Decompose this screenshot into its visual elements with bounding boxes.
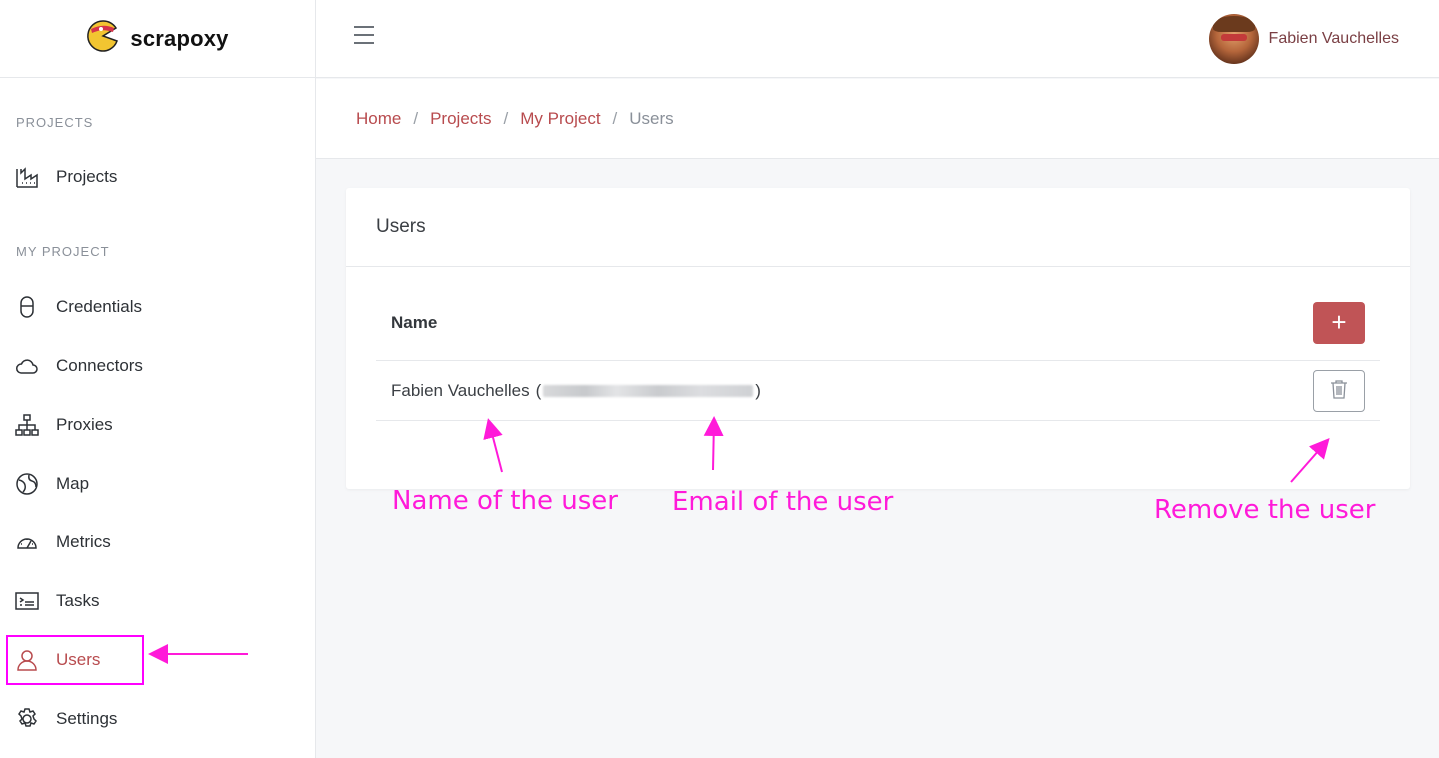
breadcrumb-current: Users [629,108,674,128]
lock-icon [14,294,40,320]
breadcrumb: Home / Projects / My Project / Users [316,79,1439,159]
annotation-email: Email of the user [672,487,894,517]
sidebar-item-tasks[interactable]: Tasks [0,576,316,626]
sidebar-item-proxies[interactable]: Proxies [0,400,316,450]
avatar [1208,14,1259,64]
card-title: Users [346,188,1410,267]
sidebar-item-metrics[interactable]: Metrics [0,517,316,567]
sidebar-item-label: Connectors [56,356,143,375]
paren-close: ) [755,380,761,400]
column-name-header: Name [391,312,438,332]
factory-icon [14,164,40,190]
sidebar-item-projects[interactable]: Projects [0,152,316,202]
section-title-projects: PROJECTS [16,115,94,130]
globe-icon [14,471,40,497]
annotation-name: Name of the user [392,486,618,516]
breadcrumb-projects[interactable]: Projects [430,109,491,129]
brand[interactable]: scrapoxy [0,0,315,78]
sidebar-item-label: Metrics [56,532,111,551]
user-name-cell: Fabien Vauchelles [391,380,530,400]
breadcrumb-separator: / [612,108,618,128]
brand-name: scrapoxy [130,25,229,51]
breadcrumb-separator: / [503,108,509,128]
scrapoxy-logo-icon [86,19,120,58]
sidebar: scrapoxy PROJECTS Projects MY PROJECT Cr… [0,0,316,758]
remove-user-button[interactable] [1313,369,1365,412]
sidebar-item-label: Tasks [56,591,100,610]
hamburger-menu-icon[interactable] [354,26,374,46]
sidebar-item-map[interactable]: Map [0,459,316,509]
cloud-icon [14,353,40,379]
user-menu[interactable]: Fabien Vauchelles [1208,14,1399,64]
user-name: Fabien Vauchelles [1268,30,1399,47]
gear-icon [14,706,40,732]
add-user-button[interactable]: + [1313,301,1365,344]
annotation-highlight-box [6,635,144,685]
topbar: Fabien Vauchelles [316,0,1439,78]
sidebar-item-credentials[interactable]: Credentials [0,282,316,332]
trash-icon [1330,379,1348,402]
user-cell: Fabien Vauchelles ( ) [391,381,761,401]
sitemap-icon [14,412,40,438]
annotation-remove: Remove the user [1154,495,1376,525]
paren-open: ( [535,380,542,400]
sidebar-item-settings[interactable]: Settings [0,694,316,744]
table-header: Name + [376,285,1380,361]
sidebar-item-label: Settings [56,709,118,728]
speedometer-icon [14,529,40,555]
breadcrumb-home[interactable]: Home [356,109,401,129]
table-row: Fabien Vauchelles ( ) [376,361,1380,421]
sidebar-item-label: Credentials [56,297,142,316]
blurred-email [543,384,754,397]
section-title-my-project: MY PROJECT [16,244,110,259]
terminal-icon [14,588,40,614]
sidebar-item-label: Proxies [56,415,113,434]
sidebar-item-label: Projects [56,167,118,186]
sidebar-item-connectors[interactable]: Connectors [0,341,316,391]
sidebar-item-label: Map [56,474,90,493]
breadcrumb-my-project[interactable]: My Project [520,109,600,129]
users-card: Users Name + Fabien Vauchelles ( ) [346,188,1410,489]
breadcrumb-separator: / [413,108,419,128]
plus-icon: + [1331,307,1347,337]
